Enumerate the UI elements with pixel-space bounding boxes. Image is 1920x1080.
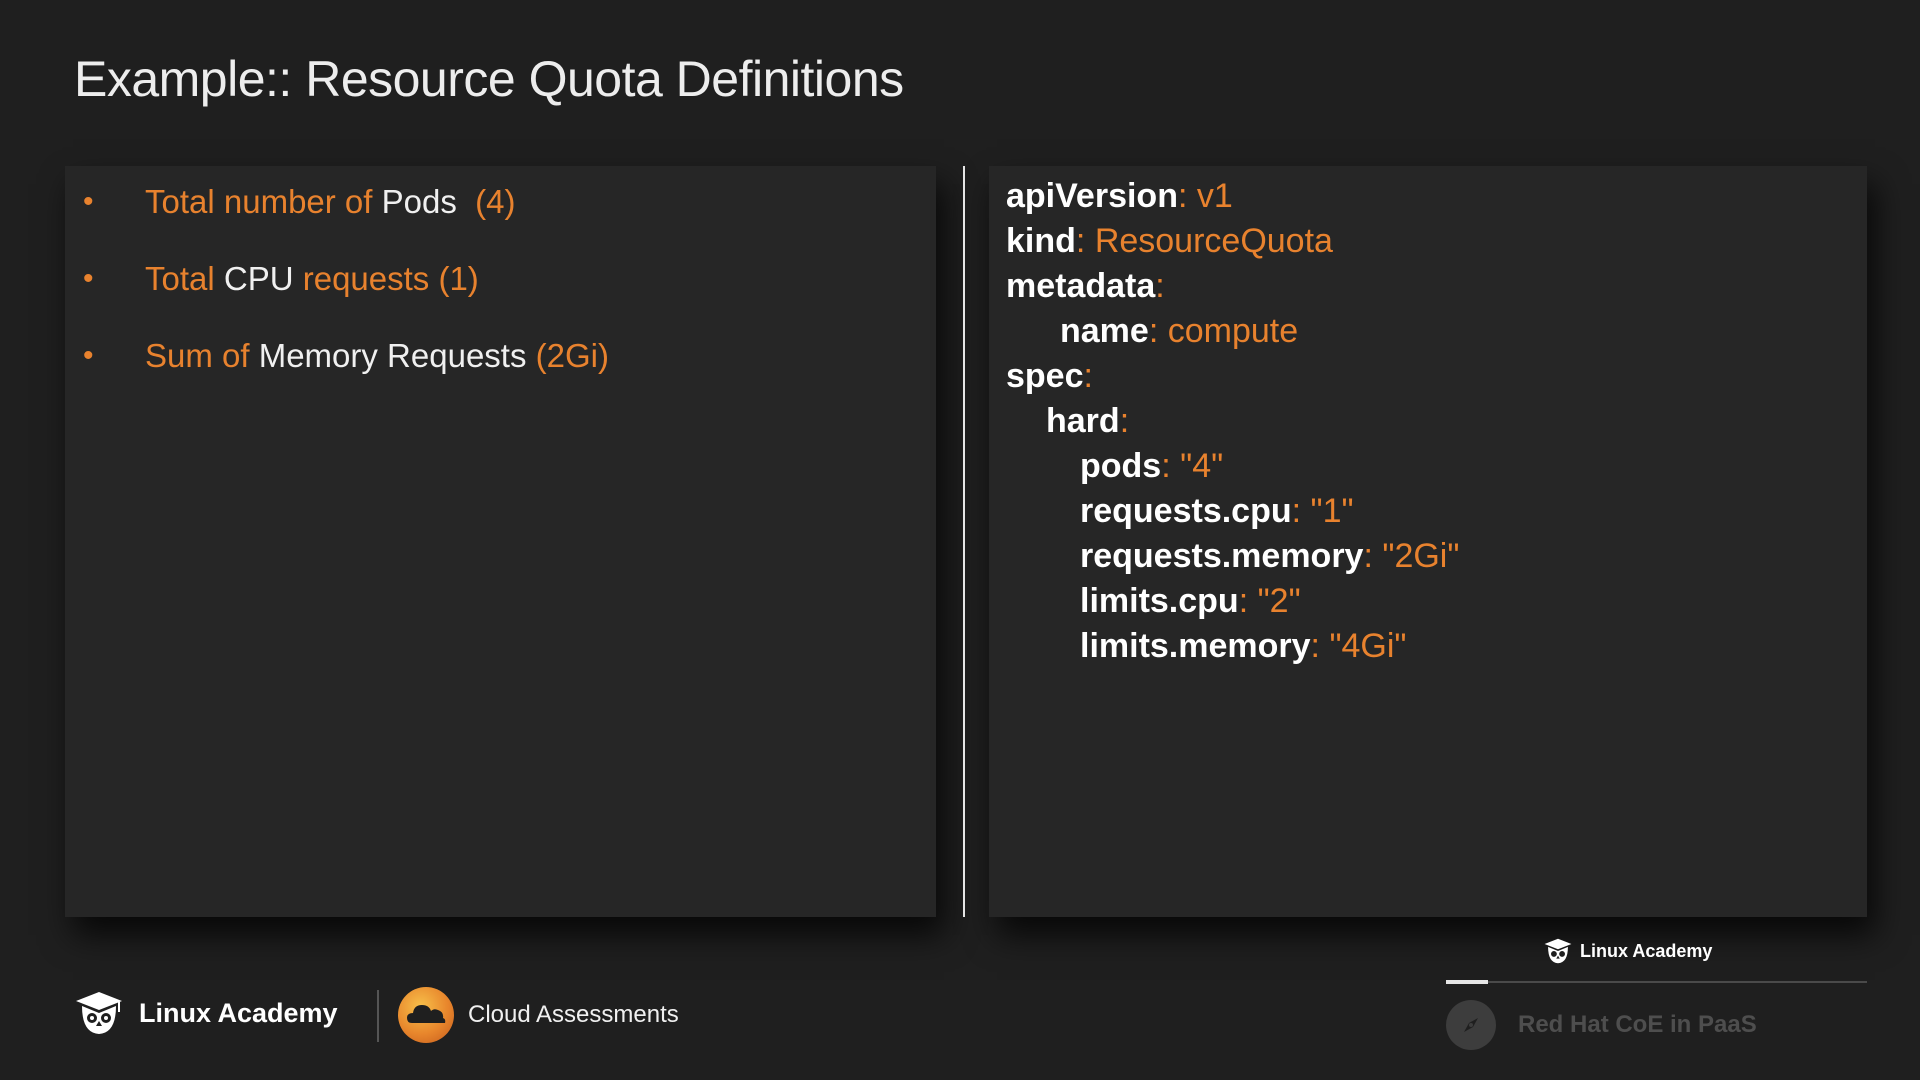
course-label: Red Hat CoE in PaaS [1518,1011,1757,1038]
yaml-key: hard [1046,402,1120,440]
bullet-text-part: Total number of [145,183,382,220]
yaml-colon: : [1161,447,1181,485]
bullet-list: • Total number of Pods (4) • Total CPU requ… [83,172,609,403]
bullet-dot-icon: • [83,185,94,218]
bullet-text-part: (4) [456,183,516,220]
course-player-footer: Linux Academy Red Hat CoE in PaaS [1446,935,1867,1055]
yaml-key: apiVersion [1006,177,1178,215]
bullet-text-part: Memory Requests [258,337,527,374]
yaml-key: requests.memory [1080,537,1364,575]
bullet-text-part: Sum of [145,337,259,374]
cloud-assessments-logo[interactable]: Cloud Assessments [398,987,679,1043]
yaml-line: kind: ResourceQuota [1006,219,1459,264]
bullet-dot-icon: • [83,262,94,295]
yaml-value: "4" [1180,447,1224,485]
yaml-colon: : [1155,267,1175,305]
compass-icon [1446,1000,1496,1050]
slide-title: Example:: Resource Quota Definitions [74,51,904,107]
yaml-colon: : [1177,177,1197,215]
player-brand-label: Linux Academy [1580,940,1713,961]
yaml-key: limits.memory [1080,627,1311,665]
player-brand[interactable]: Linux Academy [1544,937,1712,965]
yaml-key: name [1060,312,1149,350]
yaml-code-block: apiVersion: v1 kind: ResourceQuota metadat… [1006,174,1459,669]
yaml-value: "2" [1257,582,1301,620]
yaml-line: apiVersion: v1 [1006,174,1459,219]
yaml-colon: : [1148,312,1168,350]
yaml-line: name: compute [1006,309,1459,354]
slide: Example:: Resource Quota Definitions •To… [0,0,1920,1080]
yaml-panel: apiVersion: v1 kind: ResourceQuota metadat… [989,166,1867,917]
yaml-key: limits.cpu [1080,582,1239,620]
yaml-line: requests.cpu: "1" [1006,489,1459,534]
yaml-value: "4Gi" [1329,627,1407,665]
bullet-item: • Sum of Memory Requests (2Gi) [83,326,609,403]
yaml-colon: : [1119,402,1139,440]
cloud-icon [398,987,454,1043]
bullet-item: • Total CPU requests (1) [83,249,609,326]
yaml-line: requests.memory: "2Gi" [1006,534,1459,579]
yaml-colon: : [1363,537,1383,575]
progress-fill [1446,980,1489,984]
owl-icon [1544,938,1572,964]
yaml-line: pods: "4" [1006,444,1459,489]
bullet-text-part: CPU [223,260,294,297]
linux-academy-label: Linux Academy [139,997,338,1028]
footer-separator [377,990,379,1042]
yaml-colon: : [1238,582,1258,620]
yaml-colon: : [1083,357,1103,395]
yaml-line: spec: [1006,354,1459,399]
yaml-line: hard: [1006,399,1459,444]
yaml-key: spec [1006,357,1084,395]
bullet-dot-icon: • [83,339,94,372]
yaml-colon: : [1291,492,1311,530]
bullet-item: • Total number of Pods (4) [83,172,609,249]
course-link[interactable]: Red Hat CoE in PaaS [1446,1000,1757,1050]
yaml-key: metadata [1006,267,1156,305]
bullets-panel: • Total number of Pods (4) • Total CPU requ… [65,166,936,917]
yaml-line: metadata: [1006,264,1459,309]
yaml-value: compute [1167,312,1299,350]
yaml-line: limits.memory: "4Gi" [1006,624,1459,669]
yaml-key: requests.cpu [1080,492,1292,530]
yaml-value: "1" [1310,492,1354,530]
yaml-colon: : [1310,627,1330,665]
bullet-text-part: Total [145,260,224,297]
owl-icon [76,992,122,1034]
yaml-value: ResourceQuota [1094,222,1333,260]
yaml-value: v1 [1196,177,1233,215]
progress-track[interactable] [1446,980,1867,984]
bullet-text-part: (2Gi) [526,337,609,374]
bullet-text-part: Pods [381,183,457,220]
cloud-assessments-label: Cloud Assessments [468,1001,679,1028]
bullet-text-part: requests (1) [293,260,479,297]
yaml-value: "2Gi" [1382,537,1460,575]
panel-divider [963,166,965,917]
yaml-key: pods [1080,447,1162,485]
yaml-key: kind [1006,222,1076,260]
yaml-line: limits.cpu: "2" [1006,579,1459,624]
yaml-colon: : [1075,222,1095,260]
linux-academy-logo[interactable]: Linux Academy [75,990,338,1036]
